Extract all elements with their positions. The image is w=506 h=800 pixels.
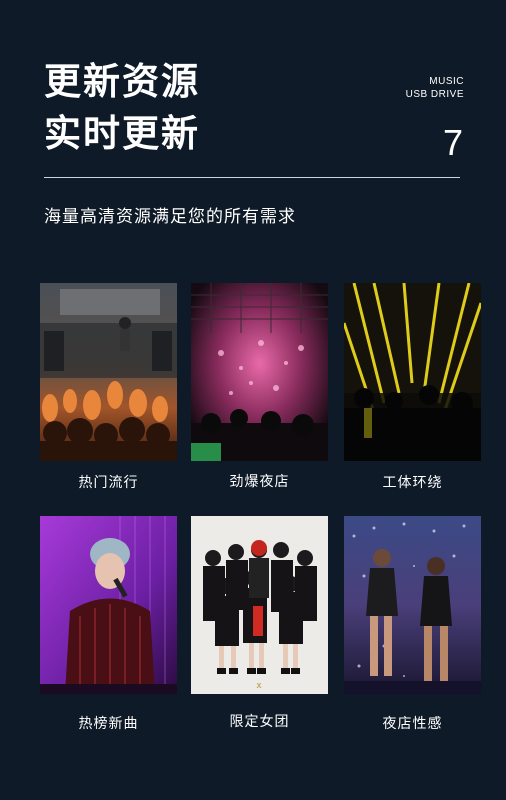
subtitle: 海量高清资源满足您的所有需求 [44,207,296,227]
singer-with-microphone-photo [40,516,177,694]
girl-group-photo: x [191,516,328,694]
category-card-sexy-club[interactable]: 夜店性感 [344,516,481,733]
tag-usb-drive: USB DRIVE [405,89,464,100]
category-label: 劲爆夜店 [229,474,290,490]
concert-crowd-photo [40,283,177,461]
category-label: 热榜新曲 [78,716,139,732]
divider [44,177,460,178]
category-card-new-hits[interactable]: 热榜新曲 [40,516,177,733]
category-card-pop[interactable]: 热门流行 [40,283,177,492]
title-line-1: 更新资源 [44,60,200,103]
category-label: 限定女团 [229,714,290,730]
club-yellow-lasers-photo [344,283,481,461]
club-dancers-photo [344,516,481,694]
nightclub-pink-lights-photo [191,283,328,461]
page-number: 7 [442,122,463,163]
tag-music: MUSIC [429,76,464,87]
category-card-nightclub[interactable]: 劲爆夜店 [191,283,328,491]
category-label: 热门流行 [78,475,139,491]
category-label: 夜店性感 [382,716,443,732]
category-label: 工体环绕 [382,475,443,491]
category-card-arena[interactable]: 工体环绕 [344,283,481,492]
title-line-2: 实时更新 [44,112,200,155]
svg-text:x: x [256,680,261,690]
category-card-girl-group[interactable]: x 限定女团 [191,516,328,731]
